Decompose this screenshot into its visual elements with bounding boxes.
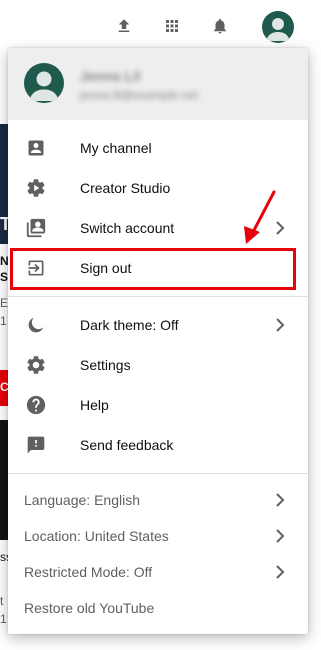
- chevron-right-icon: [272, 528, 288, 544]
- person-box-icon: [24, 136, 48, 160]
- menu-item-label: Switch account: [80, 220, 175, 236]
- menu-item-label: Language: English: [24, 492, 140, 508]
- bg-text-1: 1: [0, 314, 7, 328]
- help-icon: [24, 393, 48, 417]
- chevron-right-icon: [272, 220, 288, 236]
- menu-item-label: Creator Studio: [80, 180, 171, 196]
- menu-item-my-channel[interactable]: My channel: [8, 128, 308, 168]
- account-avatar-button[interactable]: [262, 11, 294, 43]
- menu-item-help[interactable]: Help: [8, 385, 308, 425]
- avatar: [24, 63, 64, 103]
- menu-item-dark-theme[interactable]: Dark theme: Off: [8, 305, 308, 345]
- menu-item-restricted-mode[interactable]: Restricted Mode: Off: [8, 554, 308, 590]
- menu-item-send-feedback[interactable]: Send feedback: [8, 425, 308, 465]
- menu-item-label: Send feedback: [80, 437, 174, 453]
- upload-icon[interactable]: [112, 14, 136, 38]
- bg-text-t2: t: [0, 594, 4, 608]
- menu-item-label: Location: United States: [24, 528, 169, 544]
- menu-item-language[interactable]: Language: English: [8, 482, 308, 518]
- menu-item-label: Dark theme: Off: [80, 317, 179, 333]
- sign-out-icon: [24, 256, 48, 280]
- bg-text-s: S: [0, 270, 9, 284]
- gear-play-icon: [24, 176, 48, 200]
- menu-item-location[interactable]: Location: United States: [8, 518, 308, 554]
- menu-item-creator-studio[interactable]: Creator Studio: [8, 168, 308, 208]
- account-email: jenna.lil@example.net: [80, 88, 199, 102]
- bg-text-e: E: [0, 296, 9, 310]
- account-header: Jenna Lil jenna.lil@example.net: [8, 48, 308, 120]
- apps-grid-icon[interactable]: [160, 14, 184, 38]
- top-bar: [0, 0, 321, 52]
- menu-item-switch-account[interactable]: Switch account: [8, 208, 308, 248]
- menu-item-label: My channel: [80, 140, 152, 156]
- chevron-right-icon: [272, 564, 288, 580]
- menu-item-label: Help: [80, 397, 109, 413]
- account-menu: Jenna Lil jenna.lil@example.net My chann…: [8, 48, 308, 634]
- menu-item-settings[interactable]: Settings: [8, 345, 308, 385]
- chevron-right-icon: [272, 492, 288, 508]
- gear-icon: [24, 353, 48, 377]
- feedback-icon: [24, 433, 48, 457]
- menu-item-label: Sign out: [80, 260, 132, 276]
- bg-text-1b: 1: [0, 612, 7, 626]
- account-name: Jenna Lil: [80, 68, 141, 84]
- menu-item-label: Restricted Mode: Off: [24, 564, 153, 580]
- bell-icon[interactable]: [208, 14, 232, 38]
- menu-item-label: Settings: [80, 357, 131, 373]
- menu-item-restore-old-youtube[interactable]: Restore old YouTube: [8, 590, 308, 626]
- chevron-right-icon: [272, 317, 288, 333]
- switch-account-icon: [24, 216, 48, 240]
- menu-item-sign-out[interactable]: Sign out: [8, 248, 308, 288]
- divider: [8, 296, 308, 297]
- moon-icon: [24, 313, 48, 337]
- menu-item-label: Restore old YouTube: [24, 600, 155, 616]
- divider: [8, 473, 308, 474]
